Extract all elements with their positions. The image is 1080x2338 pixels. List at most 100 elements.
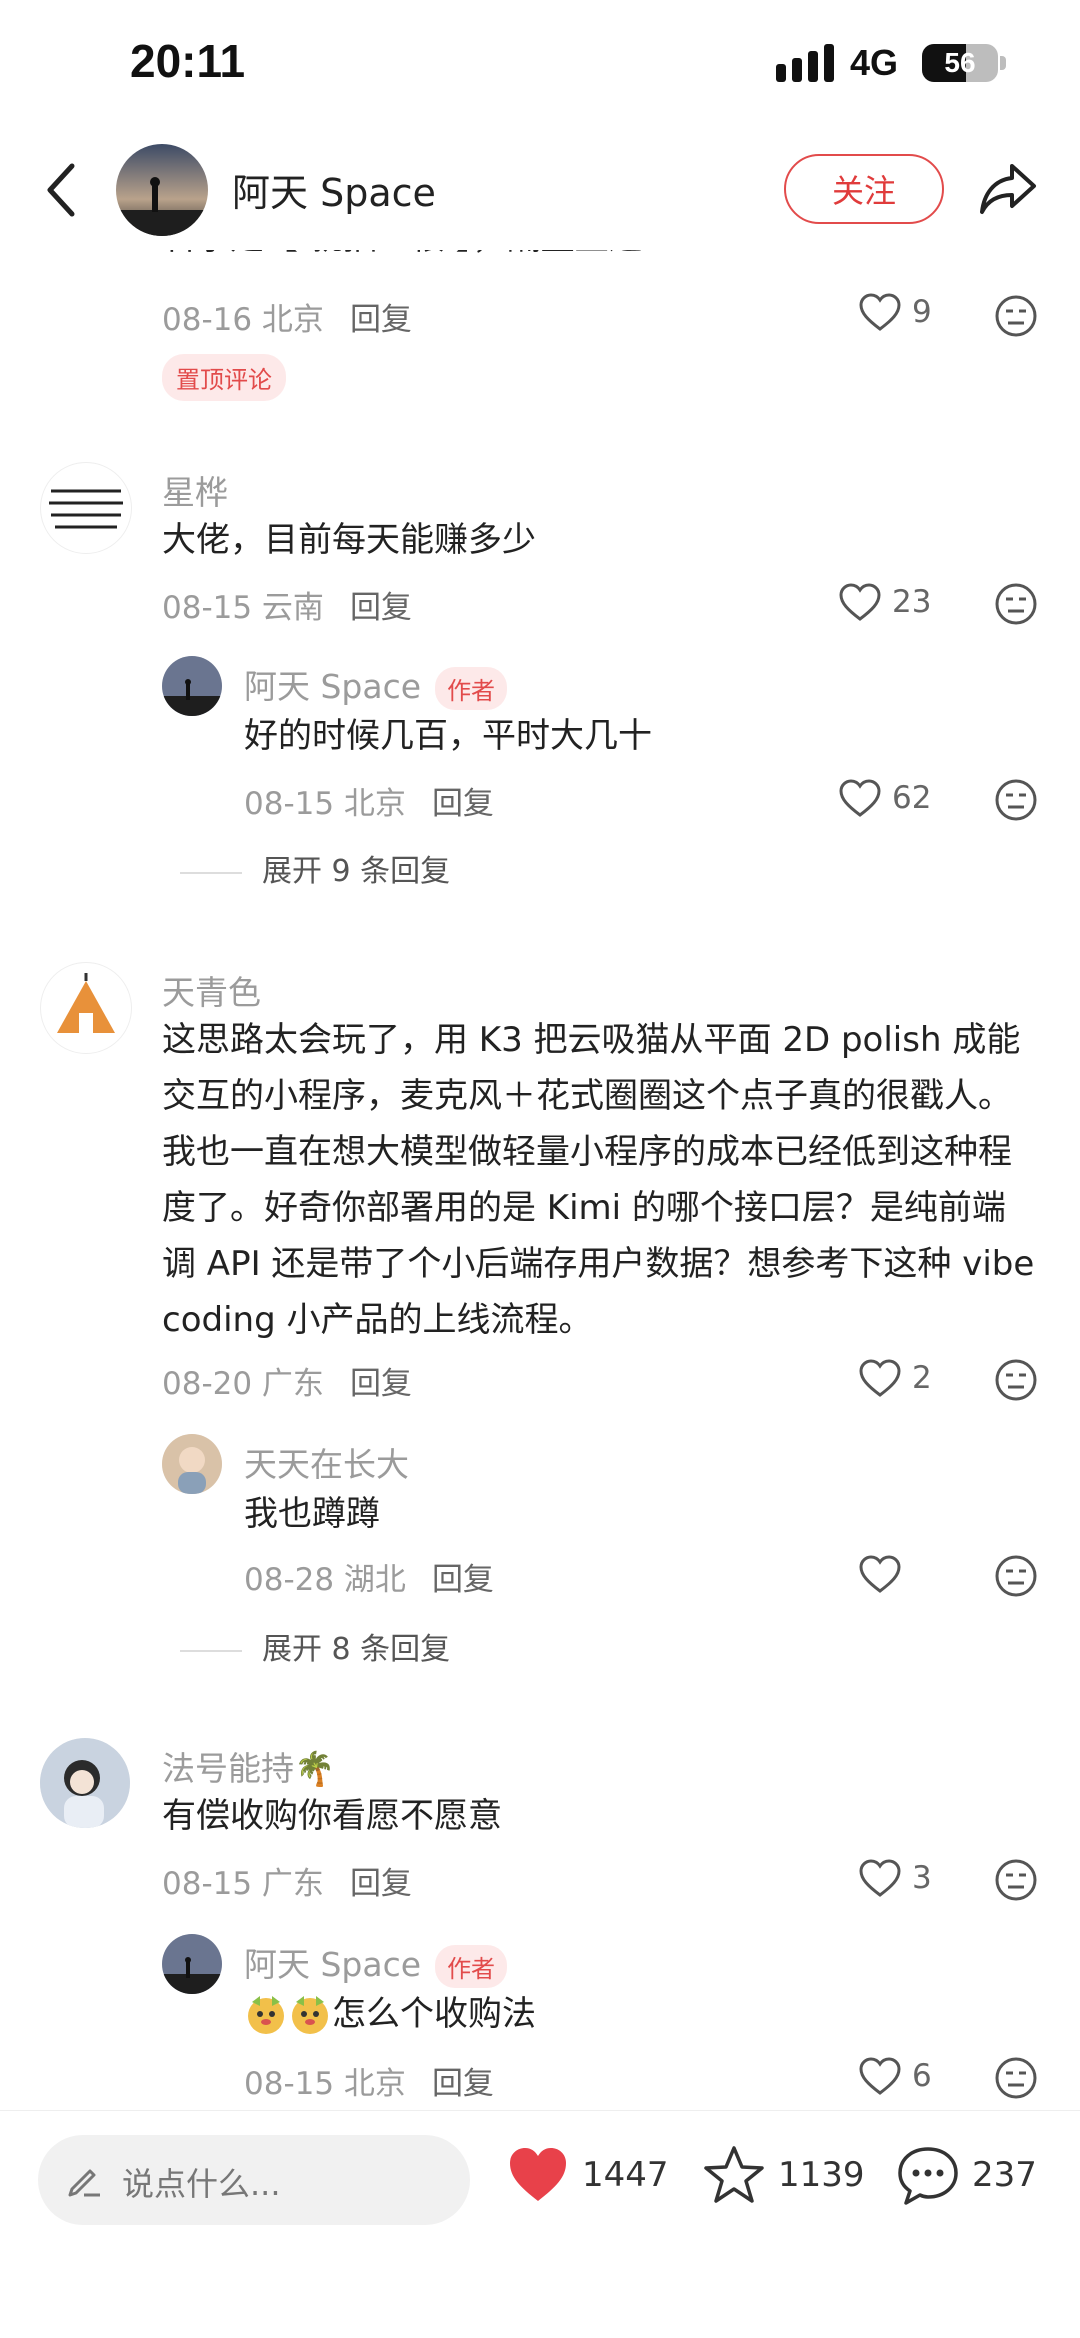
dog-emoji-icon bbox=[248, 1996, 284, 2034]
pinned-badge: 置顶评论 bbox=[162, 354, 286, 401]
dislike-icon[interactable] bbox=[994, 778, 1038, 822]
reply-meta: 08-15 北京 回复 bbox=[244, 2058, 494, 2103]
heart-icon bbox=[859, 1359, 901, 1397]
comment-bubble-icon bbox=[898, 2147, 958, 2205]
like-button[interactable]: 2 bbox=[858, 1358, 932, 1398]
like-button[interactable]: 23 bbox=[838, 582, 931, 622]
star-icon bbox=[704, 2146, 764, 2203]
heart-filled-icon bbox=[510, 2148, 566, 2201]
battery-tip bbox=[1000, 56, 1006, 70]
comment-meta: 08-15 广东 回复 bbox=[162, 1858, 412, 1903]
comment-text: 有偿收购你看愿不愿意 bbox=[162, 1796, 502, 1836]
signal-icon bbox=[776, 44, 834, 82]
expand-replies-button[interactable]: 展开 9 条回复 bbox=[180, 846, 450, 890]
status-time: 20:11 bbox=[130, 35, 246, 87]
like-count: 9 bbox=[912, 294, 932, 330]
dislike-icon[interactable] bbox=[994, 1554, 1038, 1598]
comment-text-line: 交互的小程序，麦克风＋花式圈圈这个点子真的很戳人。 bbox=[162, 1076, 1012, 1116]
author-badge: 作者 bbox=[435, 1945, 508, 1988]
reply-nickname[interactable]: 天天在长大 bbox=[244, 1438, 409, 1486]
reply-text: 好的时候几百，平时大几十 bbox=[244, 716, 652, 756]
reply-button[interactable]: 回复 bbox=[432, 2066, 494, 2102]
comment-text-line: 我也一直在想大模型做轻量小程序的成本已经低到这种程 bbox=[162, 1132, 1012, 1172]
reply-meta: 08-15 北京 回复 bbox=[244, 778, 494, 823]
reply-nickname[interactable]: 阿天 Space 作者 bbox=[244, 660, 508, 710]
comment-list: 名字是【 就抽一根 】，隔壁直达 08-16 北京回复 9 置顶评论 星桦 大佬… bbox=[0, 250, 1080, 2110]
reply-button[interactable]: 回复 bbox=[432, 1562, 494, 1598]
dog-emoji-icon bbox=[292, 1996, 328, 2034]
avatar[interactable] bbox=[162, 1434, 222, 1494]
reply-button[interactable]: 回复 bbox=[350, 1866, 412, 1902]
dislike-icon[interactable] bbox=[994, 1358, 1038, 1402]
comment-text-line: 度了。好奇你部署用的是 Kimi 的哪个接口层？是纯前端 bbox=[162, 1188, 1006, 1228]
like-count: 23 bbox=[892, 584, 932, 620]
bottom-bar: 说点什么... 1447 1139 237 bbox=[0, 2110, 1080, 2338]
heart-icon bbox=[859, 2057, 901, 2095]
heart-icon bbox=[859, 1859, 901, 1897]
page-title: 阿天 Space bbox=[232, 171, 436, 215]
author-badge: 作者 bbox=[435, 667, 508, 710]
expand-replies-button[interactable]: 展开 8 条回复 bbox=[180, 1624, 450, 1668]
favorite-button[interactable]: 1139 bbox=[702, 2143, 865, 2207]
comment-nickname[interactable]: 法号能持🌴 bbox=[162, 1742, 335, 1790]
follow-button[interactable]: 关注 bbox=[784, 154, 944, 224]
avatar[interactable] bbox=[162, 1934, 222, 1994]
status-bar: 20:11 4G 56 bbox=[0, 0, 1080, 130]
back-icon[interactable] bbox=[40, 160, 84, 220]
like-button[interactable]: 62 bbox=[838, 778, 931, 818]
reply-meta: 08-28 湖北 回复 bbox=[244, 1554, 494, 1599]
avatar[interactable] bbox=[40, 462, 132, 554]
like-button[interactable]: 6 bbox=[858, 2056, 932, 2096]
reply-button[interactable]: 回复 bbox=[350, 1366, 412, 1402]
like-count: 62 bbox=[892, 780, 932, 816]
like-button[interactable]: 9 bbox=[858, 292, 932, 332]
reply-nickname[interactable]: 阿天 Space 作者 bbox=[244, 1938, 508, 1988]
like-button[interactable]: 3 bbox=[858, 1858, 932, 1898]
comment-text-line: coding 小产品的上线流程。 bbox=[162, 1300, 593, 1340]
heart-icon bbox=[859, 1555, 901, 1593]
avatar[interactable] bbox=[162, 656, 222, 716]
heart-icon bbox=[859, 293, 901, 331]
comment-meta: 08-16 北京 回复 bbox=[162, 294, 412, 339]
like-post-button[interactable]: 1447 bbox=[506, 2143, 669, 2207]
comment-date: 08-15 广东 bbox=[162, 1866, 324, 1902]
like-count: 2 bbox=[912, 1360, 932, 1396]
favorite-count: 1139 bbox=[778, 2155, 865, 2195]
comment-count: 237 bbox=[972, 2155, 1037, 2195]
comment-text: 名字是【 就抽一根 】，隔壁直达 bbox=[162, 250, 643, 266]
dislike-icon[interactable] bbox=[994, 294, 1038, 338]
author-avatar[interactable] bbox=[116, 144, 208, 236]
reply-button[interactable]: 回复 bbox=[432, 786, 494, 822]
avatar[interactable] bbox=[40, 1738, 130, 1828]
comment-input[interactable]: 说点什么... bbox=[38, 2135, 470, 2225]
comment-nickname[interactable]: 星桦 bbox=[162, 466, 228, 514]
battery-level: 56 bbox=[944, 47, 976, 78]
network-label: 4G bbox=[850, 42, 899, 83]
share-icon[interactable] bbox=[976, 156, 1040, 220]
reply-button[interactable]: 回复 bbox=[350, 590, 412, 626]
comments-button[interactable]: 237 bbox=[896, 2143, 1037, 2207]
comment-date: 08-16 北京 bbox=[162, 302, 324, 338]
palm-tree-emoji: 🌴 bbox=[294, 1749, 336, 1788]
comment-meta: 08-15 云南 回复 bbox=[162, 582, 412, 627]
reply-text: 怎么个收购法 bbox=[244, 1986, 536, 2042]
like-count: 6 bbox=[912, 2058, 932, 2094]
heart-icon bbox=[839, 583, 881, 621]
battery-icon: 56 bbox=[922, 44, 998, 82]
comment-nickname[interactable]: 天青色 bbox=[162, 966, 261, 1014]
comment-text: 大佬，目前每天能赚多少 bbox=[162, 520, 536, 560]
dislike-icon[interactable] bbox=[994, 582, 1038, 626]
header: 阿天 Space 关注 bbox=[0, 130, 1080, 250]
reply-button[interactable]: 回复 bbox=[350, 302, 412, 338]
comment-date: 08-20 广东 bbox=[162, 1366, 324, 1402]
reply-text: 我也蹲蹲 bbox=[244, 1494, 380, 1534]
reply-date: 08-15 北京 bbox=[244, 786, 406, 822]
avatar[interactable] bbox=[40, 962, 132, 1054]
dislike-icon[interactable] bbox=[994, 1858, 1038, 1902]
comment-meta: 08-20 广东 回复 bbox=[162, 1358, 412, 1403]
pencil-icon bbox=[68, 2169, 100, 2197]
comment-input-placeholder: 说点什么... bbox=[122, 2165, 281, 2203]
like-button[interactable] bbox=[858, 1554, 912, 1594]
reply-date: 08-15 北京 bbox=[244, 2066, 406, 2102]
dislike-icon[interactable] bbox=[994, 2056, 1038, 2100]
